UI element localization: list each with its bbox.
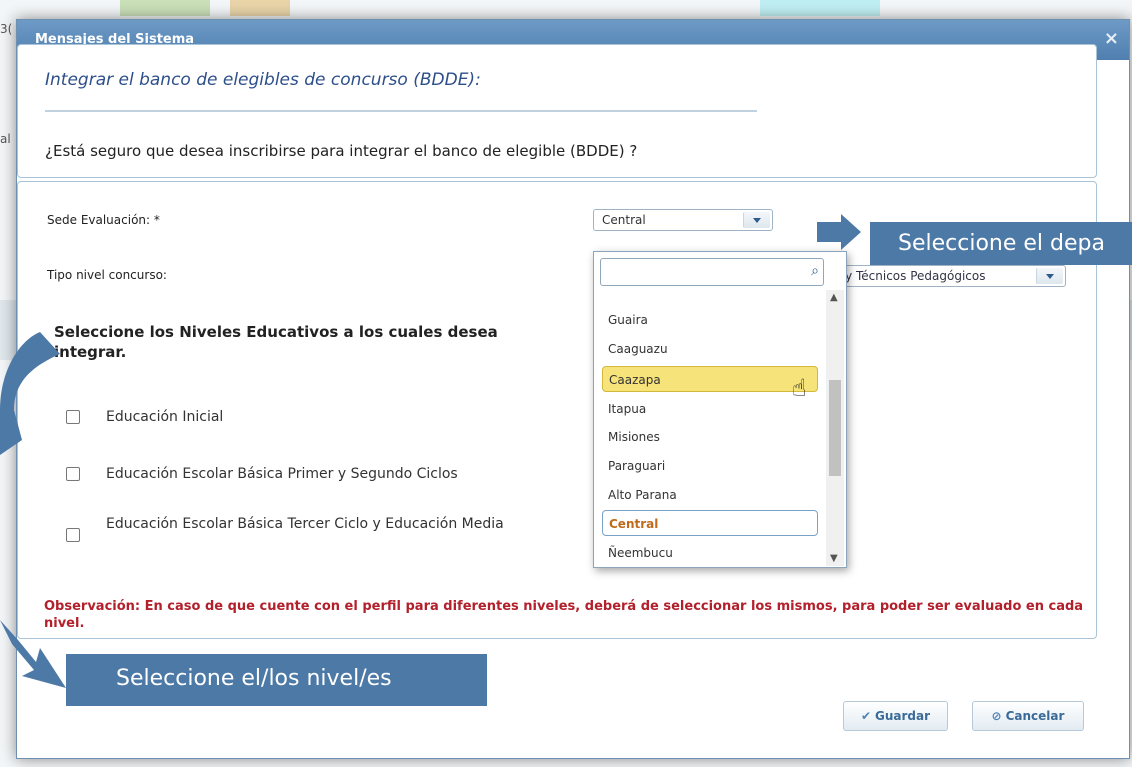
background-logo bbox=[120, 0, 210, 16]
list-item[interactable]: Cordillera bbox=[602, 286, 818, 295]
check-icon: ✔ bbox=[860, 709, 872, 723]
cancelar-button[interactable]: ⊘ Cancelar bbox=[972, 701, 1084, 731]
background-text: 3( bbox=[0, 22, 13, 36]
divider bbox=[45, 110, 757, 112]
checkbox[interactable] bbox=[66, 467, 80, 481]
dropdown-scrollbar[interactable]: ▲ ▼ bbox=[826, 290, 844, 566]
chevron-down-icon[interactable] bbox=[743, 212, 770, 228]
list-item[interactable]: Itapua bbox=[602, 396, 818, 422]
list-item[interactable]: Caazapa bbox=[602, 366, 818, 392]
tipo-selected-value: s y Técnicos Pedagógicos bbox=[835, 269, 986, 283]
checkbox-label: Educación Escolar Básica Primer y Segund… bbox=[106, 466, 458, 482]
list-item[interactable]: Misiones bbox=[602, 424, 818, 450]
list-item[interactable]: Guaira bbox=[602, 307, 818, 333]
guardar-label: Guardar bbox=[875, 709, 931, 723]
checkbox[interactable] bbox=[66, 528, 80, 542]
cancelar-label: Cancelar bbox=[1005, 709, 1065, 723]
ban-icon: ⊘ bbox=[991, 709, 1002, 723]
sede-selected-value: Central bbox=[602, 213, 646, 227]
guardar-button[interactable]: ✔ Guardar bbox=[843, 701, 948, 731]
background-text: al bbox=[0, 132, 11, 146]
chevron-up-icon[interactable]: ▲ bbox=[830, 292, 838, 303]
arrow-right-icon bbox=[817, 214, 861, 250]
chevron-down-icon[interactable]: ▼ bbox=[830, 553, 838, 564]
scrollbar-thumb[interactable] bbox=[829, 380, 841, 476]
list-item[interactable]: Ñeembucu bbox=[602, 540, 818, 566]
close-icon[interactable]: × bbox=[1104, 28, 1119, 49]
background-logo bbox=[230, 0, 290, 16]
chevron-down-icon[interactable] bbox=[1036, 268, 1063, 284]
background-logo bbox=[760, 0, 880, 16]
list-item[interactable]: Paraguari bbox=[602, 453, 818, 479]
list-item[interactable]: Alto Parana bbox=[602, 482, 818, 508]
niveles-instruction: Seleccione los Niveles Educativos a los … bbox=[54, 323, 498, 361]
search-icon: ⌕ bbox=[811, 263, 819, 279]
checkbox-label: Educación Inicial bbox=[106, 409, 224, 425]
observacion-note: Observación: En caso de que cuente con e… bbox=[44, 599, 1084, 631]
sede-dropdown-list[interactable]: ⌕ Cordillera Guaira Caaguazu Caazapa Ita… bbox=[593, 251, 847, 568]
page-title: Integrar el banco de elegibles de concur… bbox=[45, 70, 481, 90]
tutorial-callout-sede: Seleccione el depa bbox=[870, 222, 1132, 265]
curved-arrow-icon bbox=[0, 332, 60, 455]
sede-evaluacion-label: Sede Evaluación: * bbox=[47, 213, 160, 227]
tipo-nivel-select[interactable]: s y Técnicos Pedagógicos bbox=[830, 265, 1066, 287]
tutorial-callout-niveles: Seleccione el/los nivel/es bbox=[66, 654, 487, 706]
dropdown-options: Cordillera Guaira Caaguazu Caazapa Itapu… bbox=[594, 286, 822, 567]
checkbox-label: Educación Escolar Básica Tercer Ciclo y … bbox=[106, 516, 504, 532]
sede-evaluacion-select[interactable]: Central bbox=[593, 209, 773, 231]
confirmation-question: ¿Está seguro que desea inscribirse para … bbox=[45, 142, 638, 160]
dropdown-search-input[interactable]: ⌕ bbox=[600, 258, 824, 286]
list-item[interactable]: Caaguazu bbox=[602, 336, 818, 362]
tipo-nivel-label: Tipo nivel concurso: bbox=[47, 268, 167, 282]
arrow-down-right-icon bbox=[0, 620, 66, 688]
list-item[interactable]: Central bbox=[602, 510, 818, 536]
hand-cursor-icon: ☝ bbox=[792, 374, 807, 402]
